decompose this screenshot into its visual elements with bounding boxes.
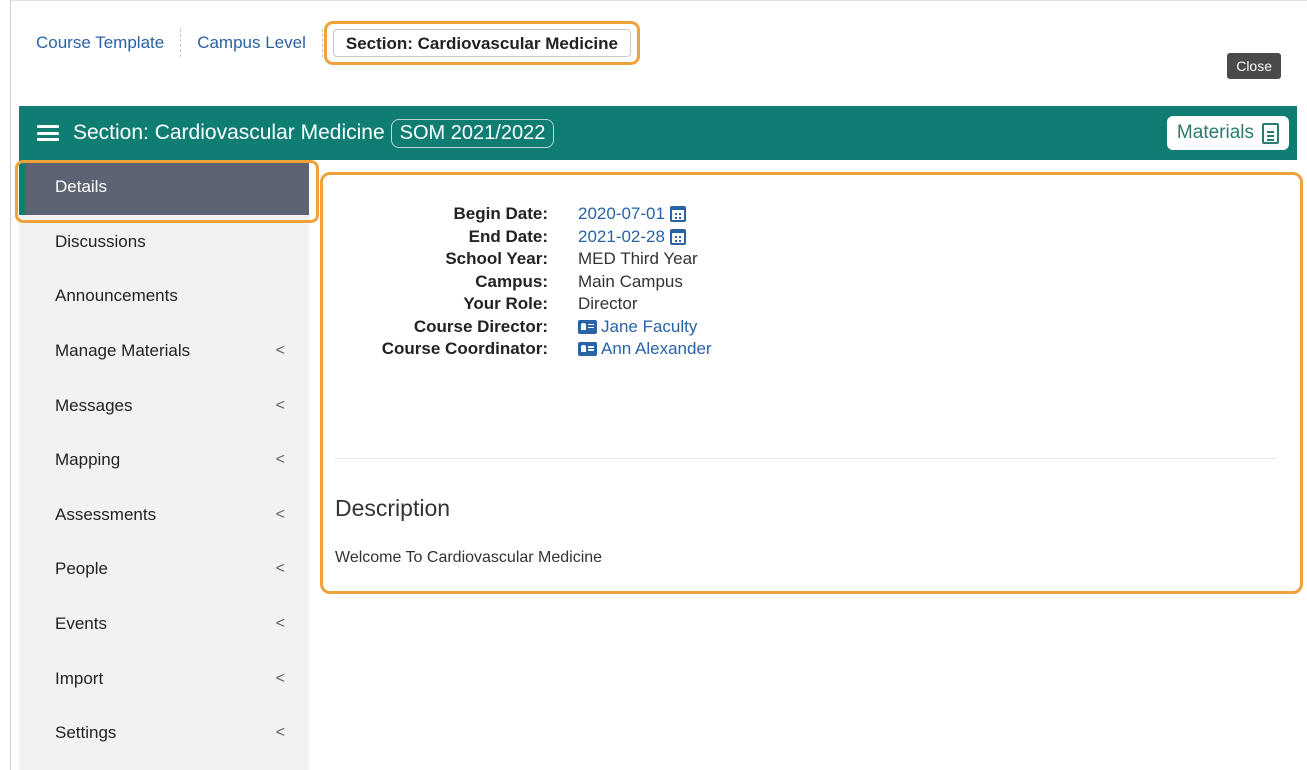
breadcrumb-tabs: Course Template Campus Level Section: Ca… xyxy=(20,18,641,68)
sidebar-item-label: Manage Materials xyxy=(55,341,191,361)
detail-row-school-year: School Year: MED Third Year xyxy=(323,248,923,271)
detail-row-course-director: Course Director: Jane Faculty xyxy=(323,316,923,339)
sidebar-item-import[interactable]: Import < xyxy=(19,651,309,706)
divider xyxy=(335,458,1276,459)
sidebar-item-manage-materials[interactable]: Manage Materials < xyxy=(19,324,309,379)
course-director-name: Jane Faculty xyxy=(601,316,698,336)
breadcrumb-campus-level[interactable]: Campus Level xyxy=(181,29,322,57)
sidebar-item-label: People xyxy=(55,559,108,579)
sidebar-item-label: Assessments xyxy=(55,504,157,524)
detail-row-campus: Campus: Main Campus xyxy=(323,271,923,294)
begin-date-label: Begin Date: xyxy=(453,204,548,224)
sidebar-item-mapping[interactable]: Mapping < xyxy=(19,433,309,488)
chevron-left-icon: < xyxy=(275,505,285,523)
document-icon xyxy=(1262,122,1279,144)
detail-row-begin-date: Begin Date: 2020-07-01 xyxy=(323,203,923,226)
chevron-left-icon: < xyxy=(275,451,285,469)
sidebar-item-label: Mapping xyxy=(55,450,121,470)
chevron-left-icon: < xyxy=(275,669,285,687)
breadcrumb-section-current[interactable]: Section: Cardiovascular Medicine xyxy=(323,21,641,65)
detail-row-course-coordinator: Course Coordinator: Ann Alexander xyxy=(323,338,923,361)
school-year-value: MED Third Year xyxy=(578,249,698,269)
sidebar-item-messages[interactable]: Messages < xyxy=(19,378,309,433)
sidebar-item-discussions[interactable]: Discussions xyxy=(19,215,309,270)
calendar-icon[interactable] xyxy=(669,206,686,223)
hamburger-menu-icon[interactable] xyxy=(37,125,59,141)
chevron-left-icon: < xyxy=(275,615,285,633)
sidebar-item-events[interactable]: Events < xyxy=(19,597,309,652)
materials-button[interactable]: Materials xyxy=(1166,116,1289,150)
sidebar-item-label: Messages xyxy=(55,395,133,415)
course-coordinator-name: Ann Alexander xyxy=(601,339,712,359)
chevron-left-icon: < xyxy=(275,396,285,414)
sidebar-item-label: Events xyxy=(55,614,107,634)
sidebar-item-label: Announcements xyxy=(55,286,178,306)
calendar-icon[interactable] xyxy=(669,228,686,245)
detail-row-end-date: End Date: 2021-02-28 xyxy=(323,226,923,249)
chevron-left-icon: < xyxy=(275,560,285,578)
end-date-text: 2021-02-28 xyxy=(578,226,665,246)
contact-card-icon xyxy=(578,342,597,357)
contact-card-icon xyxy=(578,319,597,334)
sidebar-item-label: Details xyxy=(55,177,107,197)
role-value: Director xyxy=(578,294,638,314)
sidebar-item-label: Discussions xyxy=(55,231,146,251)
chevron-left-icon: < xyxy=(275,724,285,742)
begin-date-value[interactable]: 2020-07-01 xyxy=(578,204,686,224)
end-date-value[interactable]: 2021-02-28 xyxy=(578,227,686,247)
course-director-label: Course Director: xyxy=(413,316,548,336)
end-date-label: End Date: xyxy=(468,226,548,246)
sidebar-item-label: Settings xyxy=(55,723,117,743)
course-director-link[interactable]: Jane Faculty xyxy=(578,317,697,337)
chevron-left-icon: < xyxy=(275,342,285,360)
details-panel: Begin Date: 2020-07-01 End Date: 2021-02… xyxy=(320,172,1303,594)
close-button[interactable]: Close xyxy=(1227,53,1281,79)
campus-label: Campus: xyxy=(475,271,548,291)
breadcrumb-course-template[interactable]: Course Template xyxy=(20,29,180,57)
section-header-bar: Section: Cardiovascular Medicine SOM 202… xyxy=(19,106,1297,160)
sidebar-item-assessments[interactable]: Assessments < xyxy=(19,488,309,543)
term-badge: SOM 2021/2022 xyxy=(390,118,555,148)
course-coordinator-label: Course Coordinator: xyxy=(381,339,548,359)
description-text: Welcome To Cardiovascular Medicine xyxy=(335,549,603,566)
breadcrumb-separator xyxy=(321,29,323,57)
description-heading: Description xyxy=(335,495,451,521)
sidebar-item-label: Import xyxy=(55,668,104,688)
school-year-label: School Year: xyxy=(445,249,548,269)
campus-value: Main Campus xyxy=(578,271,683,291)
section-title: Section: Cardiovascular Medicine xyxy=(73,121,385,144)
sidebar-item-settings[interactable]: Settings < xyxy=(19,706,309,761)
course-coordinator-link[interactable]: Ann Alexander xyxy=(578,339,712,359)
sidebar-item-details[interactable]: Details xyxy=(15,160,319,223)
sidebar-item-announcements[interactable]: Announcements xyxy=(19,269,309,324)
materials-label: Materials xyxy=(1176,122,1254,143)
details-list: Begin Date: 2020-07-01 End Date: 2021-02… xyxy=(323,203,923,361)
detail-row-role: Your Role: Director xyxy=(323,293,923,316)
sidebar-item-people[interactable]: People < xyxy=(19,542,309,597)
role-label: Your Role: xyxy=(463,294,548,314)
begin-date-text: 2020-07-01 xyxy=(578,204,665,224)
sidebar-nav: Details Discussions Announcements Manage… xyxy=(15,160,319,770)
